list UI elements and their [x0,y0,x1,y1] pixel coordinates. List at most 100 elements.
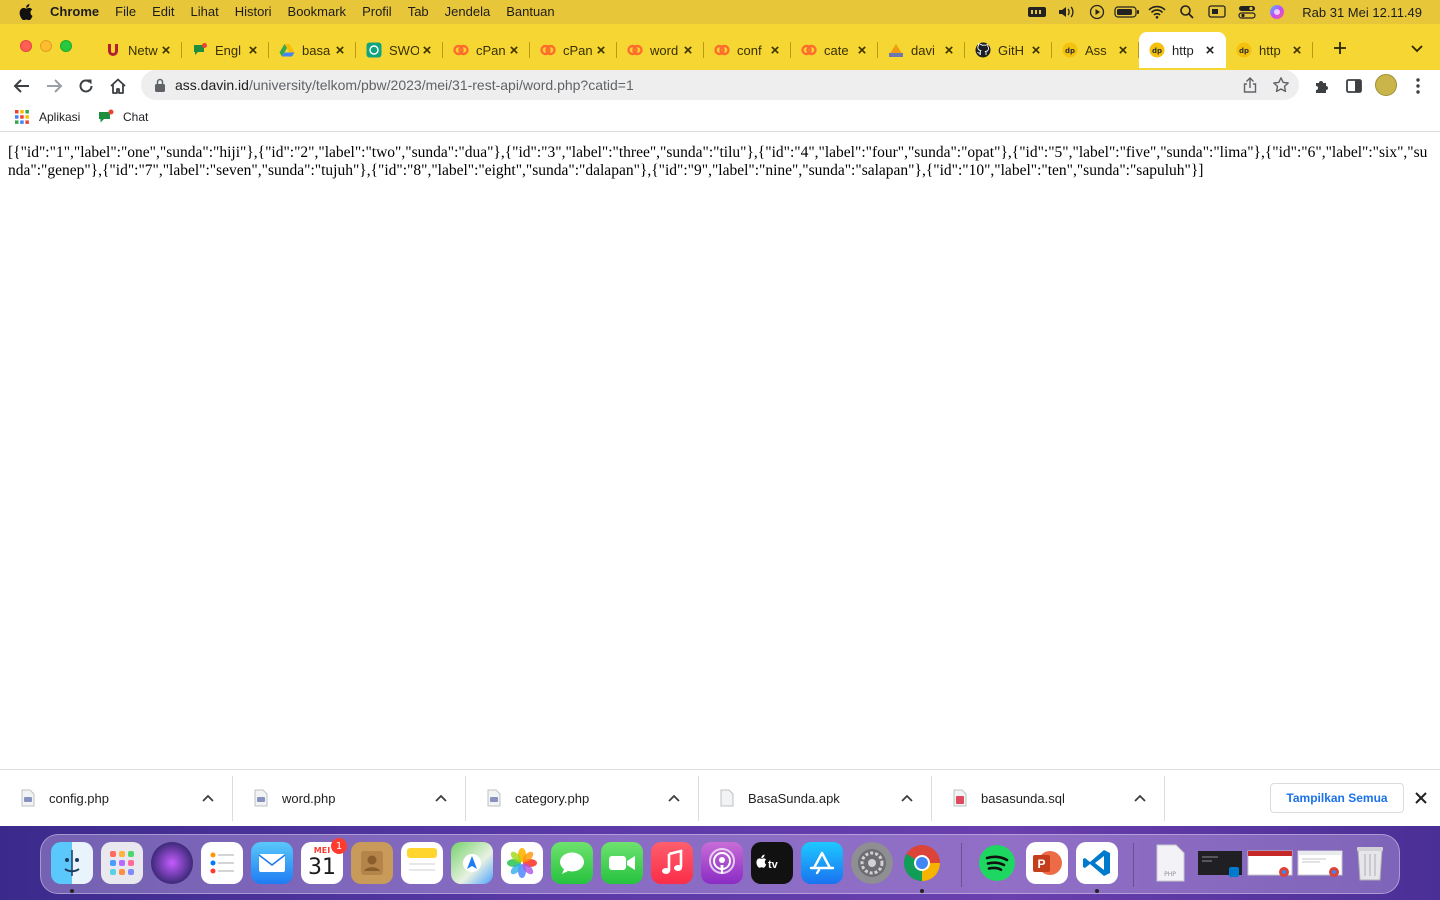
chevron-up-icon[interactable] [898,789,916,807]
contacts-icon[interactable] [351,842,393,884]
tab-word[interactable]: word × [617,32,704,68]
apple-icon[interactable] [16,2,36,22]
chrome-window-thumbnail-icon[interactable] [1246,842,1294,884]
zoom-window-button[interactable] [60,40,72,52]
messages-icon[interactable] [551,842,593,884]
side-panel-icon[interactable] [1344,76,1364,96]
app-store-icon[interactable] [801,842,843,884]
close-tab-icon[interactable]: × [1202,42,1218,59]
close-tab-icon[interactable]: × [419,42,435,59]
url-text[interactable]: ass.davin.id/university/telkom/pbw/2023/… [175,77,634,93]
apple-tv-icon[interactable]: tv [751,842,793,884]
minimize-window-button[interactable] [40,40,52,52]
terminal-window-thumbnail-icon[interactable] [1196,842,1244,884]
back-button[interactable] [6,70,38,102]
menu-history[interactable]: Histori [227,0,280,24]
tab-github[interactable]: GitH × [965,32,1052,68]
calendar-icon[interactable]: MEI 31 1 [301,838,347,884]
download-item[interactable]: basasunda.sql [932,770,1165,827]
close-tab-icon[interactable]: × [158,42,174,59]
menu-file[interactable]: File [107,0,144,24]
chrome-icon[interactable] [901,842,943,884]
show-all-downloads-button[interactable]: Tampilkan Semua [1270,783,1404,813]
chevron-up-icon[interactable] [432,789,450,807]
tab-phpmyadmin[interactable]: davi × [878,32,965,68]
trash-icon[interactable] [1349,842,1391,884]
menu-bookmark[interactable]: Bookmark [280,0,355,24]
siri-icon[interactable] [1262,0,1292,24]
menu-profile[interactable]: Profil [354,0,400,24]
wifi-icon[interactable] [1142,0,1172,24]
share-icon[interactable] [1241,76,1259,94]
download-item[interactable]: config.php [0,770,233,827]
chevron-up-icon[interactable] [665,789,683,807]
close-tab-icon[interactable]: × [332,42,348,59]
bookmark-apps[interactable]: Aplikasi [8,105,86,129]
photos-icon[interactable] [501,842,543,884]
tab-assignment[interactable]: dp Ass × [1052,32,1139,68]
menu-help[interactable]: Bantuan [498,0,562,24]
download-item[interactable]: word.php [233,770,466,827]
tab-cpanel-1[interactable]: cPan × [443,32,530,68]
music-icon[interactable] [651,842,693,884]
finder-icon[interactable] [51,842,93,884]
php-file-icon[interactable]: PHP [1149,842,1191,884]
spotify-icon[interactable] [976,842,1018,884]
facetime-icon[interactable] [601,842,643,884]
mail-icon[interactable] [251,842,293,884]
close-tab-icon[interactable]: × [767,42,783,59]
chrome-menu-icon[interactable] [1410,76,1426,96]
spotlight-search-icon[interactable] [1172,0,1202,24]
close-tab-icon[interactable]: × [680,42,696,59]
tab-search-chevron-icon[interactable] [1406,38,1428,60]
control-center-icon[interactable] [1232,0,1262,24]
close-tab-icon[interactable]: × [854,42,870,59]
download-item[interactable]: category.php [466,770,699,827]
maps-icon[interactable] [451,842,493,884]
tab-swot[interactable]: SWO × [356,32,443,68]
address-bar[interactable]: ass.davin.id/university/telkom/pbw/2023/… [141,70,1299,100]
chevron-up-icon[interactable] [1131,789,1149,807]
menu-tab[interactable]: Tab [400,0,437,24]
tab-active-word-php[interactable]: dp http × [1139,32,1226,68]
vscode-icon[interactable] [1076,842,1118,884]
reminders-icon[interactable] [201,842,243,884]
chrome-window-thumbnail-2-icon[interactable] [1296,842,1344,884]
extensions-puzzle-icon[interactable] [1312,76,1332,96]
lock-icon[interactable] [153,77,167,93]
screen-mirror-icon[interactable] [1202,0,1232,24]
tab-http[interactable]: dp http × [1226,32,1313,68]
menu-edit[interactable]: Edit [144,0,182,24]
tab-config[interactable]: conf × [704,32,791,68]
menu-app-name[interactable]: Chrome [42,0,107,24]
profile-avatar[interactable] [1375,74,1397,96]
close-tab-icon[interactable]: × [1115,42,1131,59]
close-tab-icon[interactable]: × [1028,42,1044,59]
close-window-button[interactable] [20,40,32,52]
powerpoint-icon[interactable]: P [1026,842,1068,884]
siri-icon[interactable] [151,842,193,884]
tab-network[interactable]: Netw × [95,32,182,68]
system-preferences-icon[interactable] [851,842,893,884]
tab-cpanel-2[interactable]: cPan × [530,32,617,68]
tab-english[interactable]: Engl × [182,32,269,68]
podcasts-icon[interactable] [701,842,743,884]
menu-window[interactable]: Jendela [437,0,499,24]
bookmark-chat[interactable]: Chat [92,105,154,129]
bookmark-star-icon[interactable] [1271,75,1291,95]
battery-icon[interactable] [1112,0,1142,24]
home-button[interactable] [102,70,134,102]
menubar-clock[interactable]: Rab 31 Mei 12.11.49 [1292,5,1440,20]
close-tab-icon[interactable]: × [506,42,522,59]
keyboard-input-icon[interactable] [1022,0,1052,24]
chevron-up-icon[interactable] [199,789,217,807]
forward-button[interactable] [38,70,70,102]
reload-button[interactable] [70,70,102,102]
tab-drive[interactable]: basa × [269,32,356,68]
close-tab-icon[interactable]: × [1289,42,1305,59]
notes-icon[interactable] [401,842,443,884]
close-tab-icon[interactable]: × [941,42,957,59]
menu-view[interactable]: Lihat [182,0,226,24]
launchpad-icon[interactable] [101,842,143,884]
close-download-shelf-icon[interactable] [1412,789,1430,807]
